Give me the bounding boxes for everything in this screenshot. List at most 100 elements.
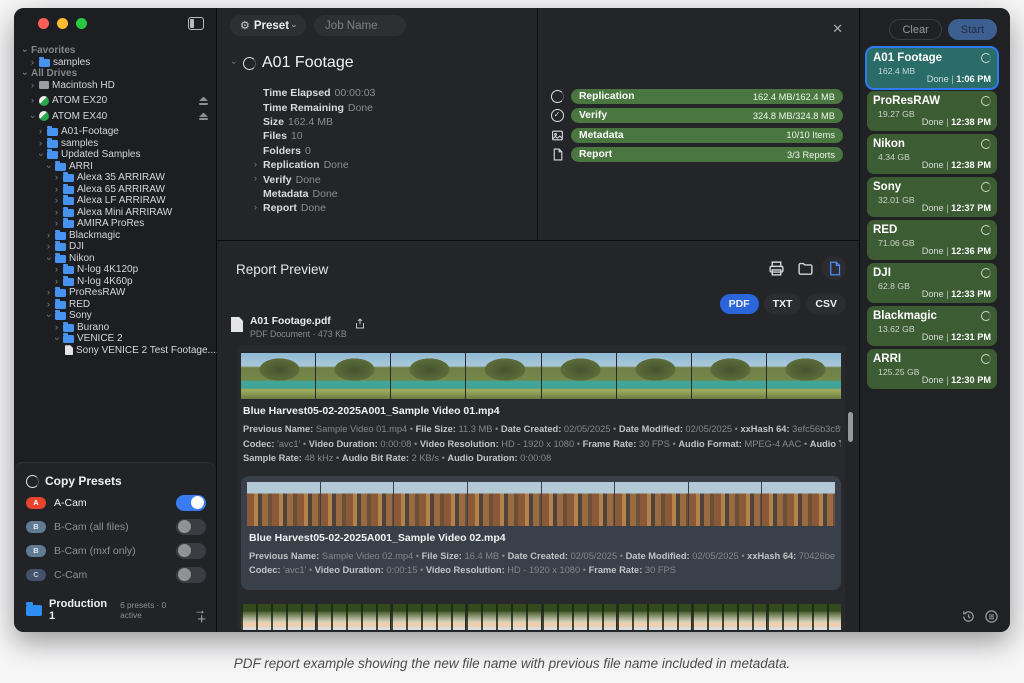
tree-item[interactable]: DJI (21, 241, 212, 253)
job-card-blackmagic[interactable]: Blackmagic 13.62 GB Done12:31 PM (867, 306, 997, 346)
close-panel-icon[interactable]: ✕ (832, 22, 843, 35)
tree-item-file[interactable]: Sony VENICE 2 Test Footage.... (21, 345, 212, 357)
spinner-ring-icon (981, 354, 991, 364)
close-button[interactable] (38, 18, 49, 29)
tree-item[interactable]: RED (21, 299, 212, 311)
divider (537, 8, 538, 240)
preset-group-production[interactable]: Production 1 6 presets · 0 active → (26, 598, 206, 622)
history-icon[interactable] (961, 609, 976, 624)
minimize-button[interactable] (57, 18, 68, 29)
gear-icon: ⚙ (240, 19, 250, 32)
chevron-right-icon (45, 231, 52, 241)
chevron-down-icon (20, 47, 30, 54)
job-card-proresraw[interactable]: ProResRAW 19.27 GB Done12:38 PM (867, 91, 997, 131)
tree-item[interactable]: N-log 4K120p (21, 264, 212, 276)
tree-item[interactable]: N-log 4K60p (21, 276, 212, 288)
tree-section-all-drives[interactable]: All Drives (21, 68, 212, 80)
chevron-right-icon (45, 300, 52, 310)
tab-pdf[interactable]: PDF (720, 294, 759, 314)
folder-icon (63, 335, 74, 343)
progress-row: Report3/3 Reports (550, 145, 843, 164)
menu-icon[interactable] (984, 609, 999, 624)
report-file-meta: PDF Document · 473 KB (250, 329, 347, 339)
video-thumbnail-strip (241, 604, 841, 630)
toggle-off[interactable] (176, 543, 206, 559)
clip-metadata-line: Previous Name: Sample Video 01.mp4File S… (243, 422, 841, 437)
tree-item[interactable]: Alexa Mini ARRIRAW (21, 207, 212, 219)
pdf-preview[interactable]: Blue Harvest05-02-2025A001_Sample Video … (237, 345, 845, 630)
tree-item[interactable]: VENICE 2 (21, 333, 212, 345)
job-card-a01-footage[interactable]: A01 Footage 162.4 MB Done1:06 PM (867, 48, 997, 88)
spinner-ring-icon (981, 53, 991, 63)
tree-item[interactable]: Blackmagic (21, 230, 212, 242)
zoom-button[interactable] (76, 18, 87, 29)
sidebar-toggle-icon[interactable] (188, 17, 204, 30)
job-card-nikon[interactable]: Nikon 4.34 GB Done12:38 PM (867, 134, 997, 174)
preset-row-a-cam[interactable]: A A-Cam (26, 493, 206, 512)
detail-row-replication[interactable]: ReplicationDone (263, 158, 375, 172)
video-thumbnail-strip (241, 353, 841, 399)
job-card-dji[interactable]: DJI 62.8 GB Done12:33 PM (867, 263, 997, 303)
tree-item-atom-ex40[interactable]: ATOM EX40 (21, 111, 212, 123)
eject-icon[interactable] (199, 113, 208, 121)
report-file-row[interactable]: A01 Footage.pdf PDF Document · 473 KB (231, 316, 366, 339)
chevron-right-icon (45, 242, 52, 252)
tree-item[interactable]: Alexa LF ARRIRAW (21, 195, 212, 207)
chevron-down-icon (28, 113, 38, 120)
toggle-on[interactable] (176, 495, 206, 511)
tree-item[interactable]: Alexa 65 ARRIRAW (21, 184, 212, 196)
app-window: Favorites samples All Drives Macintosh H… (14, 8, 1010, 632)
chevron-right-icon (37, 139, 44, 149)
tree-item[interactable]: Alexa 35 ARRIRAW (21, 172, 212, 184)
detail-row-report[interactable]: ReportDone (263, 201, 375, 215)
eject-icon[interactable] (199, 97, 208, 105)
folder-icon (26, 605, 42, 616)
folder-icon (47, 128, 58, 136)
tab-txt[interactable]: TXT (764, 294, 802, 314)
job-card-sony[interactable]: Sony 32.01 GB Done12:37 PM (867, 177, 997, 217)
preset-badge: B (26, 545, 46, 557)
tab-csv[interactable]: CSV (806, 294, 846, 314)
tree-item[interactable]: samples (21, 57, 212, 69)
report-document-button[interactable] (822, 256, 846, 280)
reveal-folder-button[interactable] (793, 256, 817, 280)
job-card-red[interactable]: RED 71.06 GB Done12:36 PM (867, 220, 997, 260)
folder-icon (55, 163, 66, 171)
folder-icon (63, 266, 74, 274)
tree-item[interactable]: ARRI (21, 161, 212, 173)
tree-item[interactable]: Sony (21, 310, 212, 322)
print-button[interactable] (764, 256, 788, 280)
job-name-input[interactable] (314, 15, 406, 36)
job-header[interactable]: A01 Footage (230, 54, 354, 72)
tree-item-atom-ex20[interactable]: ATOM EX20 (21, 95, 212, 107)
chevron-right-icon (53, 265, 60, 275)
preset-row-b-cam-all[interactable]: B B-Cam (all files) (26, 517, 206, 536)
tree-item[interactable]: samples (21, 138, 212, 150)
main-panel: ⚙ Preset › A01 Footage Time Elapsed00:00… (217, 8, 859, 632)
scrollbar-thumb[interactable] (848, 412, 853, 442)
job-details: Time Elapsed00:00:03 Time RemainingDone … (263, 86, 375, 216)
tree-section-favorites[interactable]: Favorites (21, 45, 212, 57)
tree-item[interactable]: ProResRAW (21, 287, 212, 299)
start-button[interactable]: Start (948, 19, 997, 40)
progress-row: Metadata10/10 Items (550, 126, 843, 145)
tree-item[interactable]: Nikon (21, 253, 212, 265)
chevron-right-icon (29, 81, 36, 91)
detail-row-verify[interactable]: VerifyDone (263, 172, 375, 186)
preset-row-b-cam-mxf[interactable]: B B-Cam (mxf only) (26, 541, 206, 560)
tree-item[interactable]: Updated Samples (21, 149, 212, 161)
toggle-off[interactable] (176, 519, 206, 535)
preset-menu-button[interactable]: ⚙ Preset › (230, 15, 306, 36)
job-card-arri[interactable]: ARRI 125.25 GB Done12:30 PM (867, 349, 997, 389)
tree-item[interactable]: Burano (21, 322, 212, 334)
document-icon (550, 148, 564, 161)
add-preset-button[interactable]: + (197, 612, 206, 627)
share-icon[interactable] (354, 317, 366, 330)
pdf-file-icon (231, 317, 243, 332)
tree-item-macintosh-hd[interactable]: Macintosh HD (21, 80, 212, 92)
tree-item[interactable]: A01-Footage (21, 126, 212, 138)
tree-item[interactable]: AMIRA ProRes (21, 218, 212, 230)
clear-button[interactable]: Clear (889, 19, 941, 40)
preset-row-c-cam[interactable]: C C-Cam (26, 565, 206, 584)
toggle-off[interactable] (176, 567, 206, 583)
